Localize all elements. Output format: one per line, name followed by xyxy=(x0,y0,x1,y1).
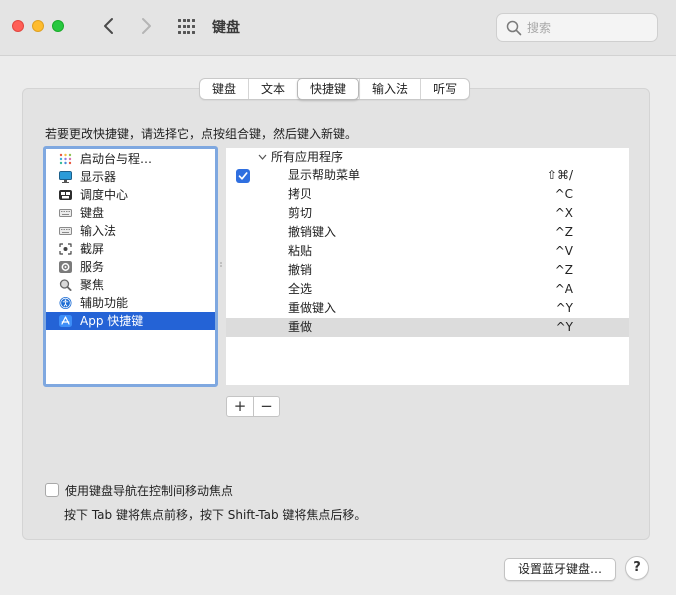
shortcut-row[interactable]: 重做键入 ^Y xyxy=(226,299,629,318)
category-accessibility[interactable]: 辅助功能 xyxy=(46,294,215,312)
back-button[interactable] xyxy=(97,14,121,38)
category-label: 服务 xyxy=(80,260,105,274)
shortcut-row[interactable]: 显示帮助菜单 ⇧⌘/ xyxy=(226,166,629,185)
services-icon xyxy=(59,261,72,273)
shortcut-label: 重做 xyxy=(288,320,313,334)
category-label: 辅助功能 xyxy=(80,296,129,310)
checkmark-icon xyxy=(238,172,248,180)
category-mission-control[interactable]: 调度中心 xyxy=(46,186,215,204)
help-button[interactable]: ? xyxy=(625,556,649,580)
tab-text[interactable]: 文本 xyxy=(248,79,297,99)
shortcut-key[interactable]: ^Z xyxy=(555,223,573,242)
group-all-applications[interactable]: 所有应用程序 xyxy=(226,148,629,166)
show-all-grid-icon[interactable] xyxy=(178,19,195,35)
category-label: 聚焦 xyxy=(80,278,105,292)
shortcut-label: 粘贴 xyxy=(288,244,313,258)
tab-dictation[interactable]: 听写 xyxy=(420,79,469,99)
mission-control-icon xyxy=(59,190,72,200)
search-icon xyxy=(506,20,522,36)
shortcut-key[interactable]: ^X xyxy=(555,204,573,223)
chevron-right-icon xyxy=(142,18,151,34)
remove-shortcut-button[interactable]: − xyxy=(253,397,279,416)
category-label: 输入法 xyxy=(80,224,117,238)
shortcut-key[interactable]: ^C xyxy=(555,185,573,204)
shortcut-row[interactable]: 撤销 ^Z xyxy=(226,261,629,280)
tab-keyboard[interactable]: 键盘 xyxy=(200,79,248,99)
split-view-handle[interactable] xyxy=(219,262,223,268)
close-button[interactable] xyxy=(12,20,24,32)
shortcut-category-list[interactable]: 启动台与程… 显示器 调度中心 键盘 输入法 截屏 服务 聚焦 辅助功能 App… xyxy=(43,146,218,387)
screenshot-icon xyxy=(59,243,72,255)
shortcut-label: 拷贝 xyxy=(288,187,313,201)
shortcut-row-selected[interactable]: 重做 ^Y xyxy=(226,318,629,337)
keyboard-navigation-label: 使用键盘导航在控制间移动焦点 xyxy=(65,483,234,498)
search-field[interactable] xyxy=(496,13,658,42)
keyboard-navigation-checkbox[interactable] xyxy=(45,483,59,497)
shortcut-label: 重做键入 xyxy=(288,301,337,315)
category-label: 调度中心 xyxy=(80,188,129,202)
shortcut-row[interactable]: 剪切 ^X xyxy=(226,204,629,223)
minimize-button[interactable] xyxy=(32,20,44,32)
keyboard-icon xyxy=(59,209,72,217)
title-bar: 键盘 xyxy=(0,0,676,56)
category-spotlight[interactable]: 聚焦 xyxy=(46,276,215,294)
shortcut-label: 剪切 xyxy=(288,206,313,220)
keyboard-navigation-hint: 按下 Tab 键将焦点前移，按下 Shift-Tab 键将焦点后移。 xyxy=(64,508,367,522)
category-label: 启动台与程… xyxy=(80,152,153,166)
category-label: 截屏 xyxy=(80,242,105,256)
shortcut-label: 撤销键入 xyxy=(288,225,337,239)
launchpad-icon xyxy=(59,153,72,165)
shortcut-key[interactable]: ^Y xyxy=(556,299,573,318)
shortcut-label: 显示帮助菜单 xyxy=(288,168,361,182)
shortcut-row[interactable]: 粘贴 ^V xyxy=(226,242,629,261)
shortcut-row[interactable]: 撤销键入 ^Z xyxy=(226,223,629,242)
input-source-icon xyxy=(59,227,72,235)
group-label: 所有应用程序 xyxy=(271,150,344,164)
shortcut-label: 全选 xyxy=(288,282,313,296)
category-launchpad[interactable]: 启动台与程… xyxy=(46,150,215,168)
shortcut-key[interactable]: ^Y xyxy=(556,318,573,337)
shortcut-row[interactable]: 拷贝 ^C xyxy=(226,185,629,204)
tab-bar: 键盘 文本 快捷键 输入法 听写 xyxy=(199,78,471,100)
setup-bluetooth-keyboard-button[interactable]: 设置蓝牙键盘… xyxy=(504,558,616,581)
keyboard-navigation-option[interactable]: 使用键盘导航在控制间移动焦点 xyxy=(45,481,233,499)
display-icon xyxy=(59,171,72,183)
category-label: App 快捷键 xyxy=(80,314,144,328)
shortcut-key[interactable]: ^Z xyxy=(555,261,573,280)
category-services[interactable]: 服务 xyxy=(46,258,215,276)
search-input[interactable] xyxy=(527,19,647,37)
shortcut-enabled-checkbox[interactable] xyxy=(236,169,250,183)
add-shortcut-button[interactable]: + xyxy=(227,397,253,416)
tab-input-sources[interactable]: 输入法 xyxy=(359,79,420,99)
forward-button[interactable] xyxy=(134,14,158,38)
shortcut-key[interactable]: ^V xyxy=(555,242,573,261)
category-keyboard[interactable]: 键盘 xyxy=(46,204,215,222)
keyboard-preferences-window: 键盘 键盘 文本 快捷键 输入法 听写 若要更改快捷键，请选择它，点按组合键，然… xyxy=(0,0,676,595)
shortcut-list[interactable]: 所有应用程序 显示帮助菜单 ⇧⌘/ 拷贝 ^C 剪切 ^X 撤销键入 ^Z 粘贴… xyxy=(226,148,629,385)
shortcut-row[interactable]: 全选 ^A xyxy=(226,280,629,299)
shortcut-key[interactable]: ⇧⌘/ xyxy=(547,166,573,185)
spotlight-icon xyxy=(59,279,72,291)
category-label: 键盘 xyxy=(80,206,105,220)
category-screenshots[interactable]: 截屏 xyxy=(46,240,215,258)
accessibility-icon xyxy=(59,297,72,309)
tab-shortcuts[interactable]: 快捷键 xyxy=(297,78,360,100)
chevron-left-icon xyxy=(104,18,113,34)
shortcut-label: 撤销 xyxy=(288,263,313,277)
add-remove-control: + − xyxy=(226,396,280,417)
zoom-button[interactable] xyxy=(52,20,64,32)
category-input-sources[interactable]: 输入法 xyxy=(46,222,215,240)
instruction-text: 若要更改快捷键，请选择它，点按组合键，然后键入新键。 xyxy=(45,127,358,141)
category-label: 显示器 xyxy=(80,170,117,184)
shortcut-key[interactable]: ^A xyxy=(555,280,573,299)
window-title: 键盘 xyxy=(212,20,240,36)
category-app-shortcuts[interactable]: App 快捷键 xyxy=(46,312,215,330)
category-displays[interactable]: 显示器 xyxy=(46,168,215,186)
app-store-icon xyxy=(59,315,72,327)
